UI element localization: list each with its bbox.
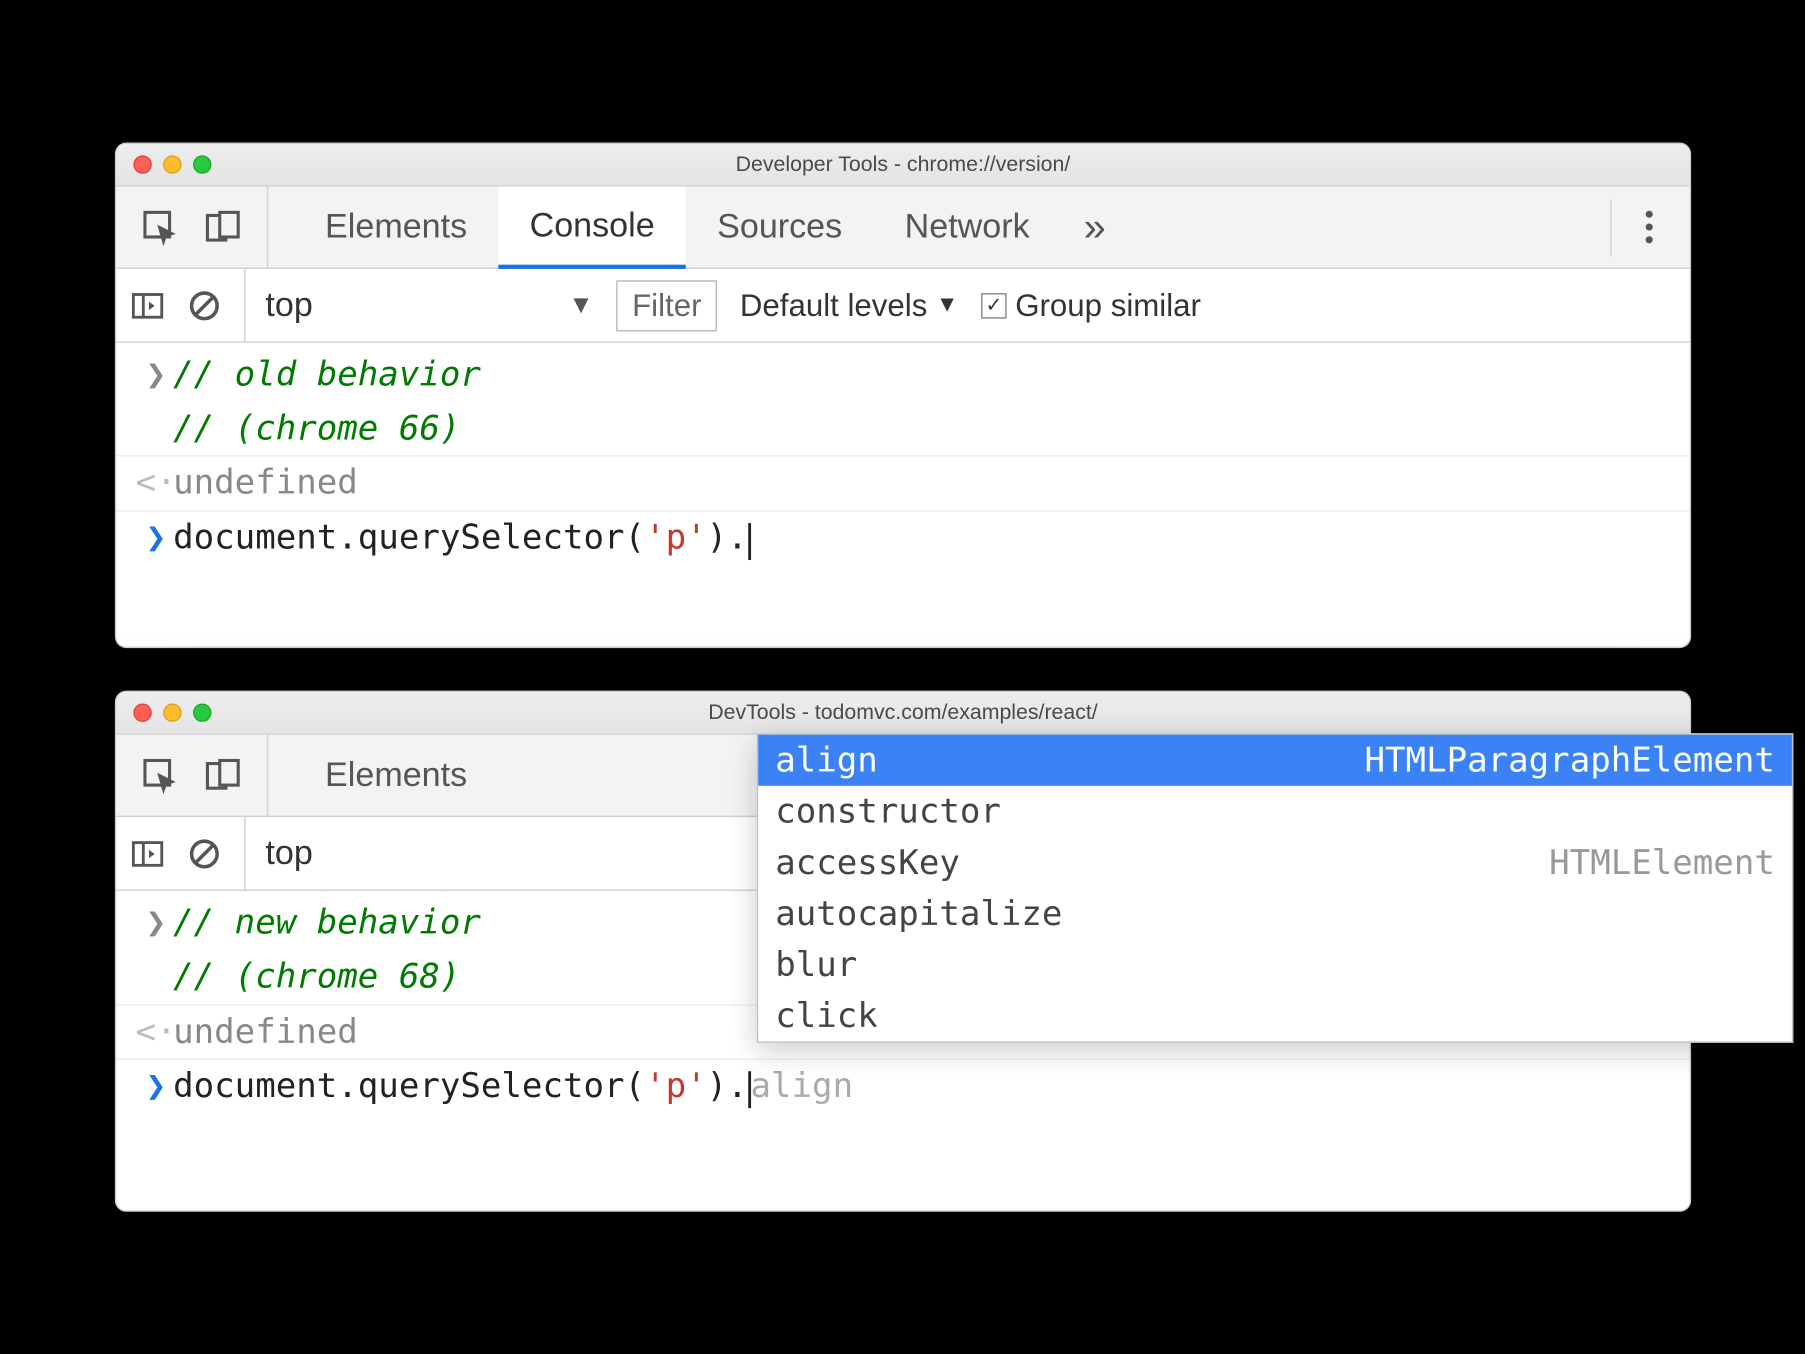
prompt-chevron-icon: ❯: [139, 1063, 173, 1111]
log-levels-selector[interactable]: Default levels ▼: [739, 287, 958, 324]
input-chevron-icon: ❯: [139, 900, 173, 948]
inspect-icon[interactable]: [141, 209, 178, 246]
result-value: undefined: [173, 1011, 358, 1051]
autocomplete-item[interactable]: constructor: [758, 786, 1792, 837]
comment-line: // old behavior: [173, 354, 481, 394]
ac-name: align: [775, 741, 878, 781]
autocomplete-item[interactable]: align HTMLParagraphElement: [758, 735, 1792, 786]
autocomplete-item[interactable]: autocapitalize: [758, 889, 1792, 940]
output-chevron-icon: <·: [139, 459, 173, 507]
comment-line: // (chrome 66): [173, 408, 460, 448]
clear-console-icon[interactable]: [187, 288, 221, 322]
dropdown-caret-icon: ▼: [568, 290, 593, 320]
console-input[interactable]: document.querySelector('p').align: [173, 1063, 1667, 1111]
console-toolbar: top ▼ Filter Default levels ▼ ✓ Group si…: [116, 269, 1689, 343]
clear-console-icon[interactable]: [187, 837, 221, 871]
autocomplete-ghost: align: [750, 1066, 853, 1106]
autocomplete-item[interactable]: accessKey HTMLElement: [758, 837, 1792, 888]
window-title: Developer Tools - chrome://version/: [116, 152, 1689, 176]
autocomplete-item[interactable]: click: [758, 991, 1792, 1042]
tab-console[interactable]: Console: [498, 187, 686, 269]
levels-label: Default levels: [739, 287, 927, 324]
context-selector[interactable]: top: [244, 818, 313, 890]
input-chevron-icon: ❯: [139, 351, 173, 399]
sidebar-toggle-icon[interactable]: [130, 837, 164, 871]
dropdown-caret-icon: ▼: [935, 292, 957, 318]
kebab-menu-icon[interactable]: [1634, 211, 1664, 244]
context-selector[interactable]: top ▼: [244, 269, 594, 341]
ac-type: HTMLParagraphElement: [1364, 741, 1774, 781]
ac-type: HTMLElement: [1549, 843, 1775, 883]
ac-name: accessKey: [775, 843, 960, 883]
console-output: ❯ // old behavior // (chrome 66) <· unde…: [116, 343, 1689, 647]
tab-elements[interactable]: Elements: [293, 187, 498, 268]
device-icon[interactable]: [204, 757, 241, 794]
ac-name: autocapitalize: [775, 894, 1062, 934]
devtools-tabbar: Elements Console Sources Network »: [116, 187, 1689, 269]
comment-line: // (chrome 68): [173, 956, 460, 996]
prompt-chevron-icon: ❯: [139, 514, 173, 562]
minimize-icon[interactable]: [163, 155, 181, 173]
checkbox-icon[interactable]: ✓: [981, 292, 1007, 318]
maximize-icon[interactable]: [193, 155, 211, 173]
device-icon[interactable]: [204, 209, 241, 246]
tab-network[interactable]: Network: [873, 187, 1060, 268]
context-label: top: [265, 285, 312, 325]
titlebar[interactable]: Developer Tools - chrome://version/: [116, 144, 1689, 187]
tab-elements[interactable]: Elements: [293, 735, 498, 816]
group-similar-toggle[interactable]: ✓ Group similar: [981, 287, 1201, 324]
filter-input[interactable]: Filter: [616, 280, 717, 331]
context-label: top: [265, 834, 312, 874]
tab-sources[interactable]: Sources: [685, 187, 873, 268]
autocomplete-item[interactable]: blur: [758, 940, 1792, 991]
ac-name: blur: [775, 945, 857, 985]
close-icon[interactable]: [133, 704, 151, 722]
titlebar[interactable]: DevTools - todomvc.com/examples/react/: [116, 693, 1689, 736]
output-chevron-icon: <·: [139, 1008, 173, 1056]
maximize-icon[interactable]: [193, 704, 211, 722]
close-icon[interactable]: [133, 155, 151, 173]
comment-line: // new behavior: [173, 903, 481, 943]
result-value: undefined: [173, 462, 358, 502]
ac-name: constructor: [775, 792, 1001, 832]
devtools-window-old: Developer Tools - chrome://version/ Elem…: [114, 143, 1690, 649]
window-title: DevTools - todomvc.com/examples/react/: [116, 701, 1689, 725]
inspect-icon[interactable]: [141, 757, 178, 794]
ac-name: click: [775, 997, 878, 1037]
sidebar-toggle-icon[interactable]: [130, 288, 164, 322]
minimize-icon[interactable]: [163, 704, 181, 722]
group-label: Group similar: [1015, 287, 1201, 324]
more-tabs-icon[interactable]: »: [1060, 187, 1128, 268]
console-input[interactable]: document.querySelector('p').: [173, 514, 1667, 562]
autocomplete-popup[interactable]: align HTMLParagraphElement constructor a…: [756, 734, 1793, 1044]
